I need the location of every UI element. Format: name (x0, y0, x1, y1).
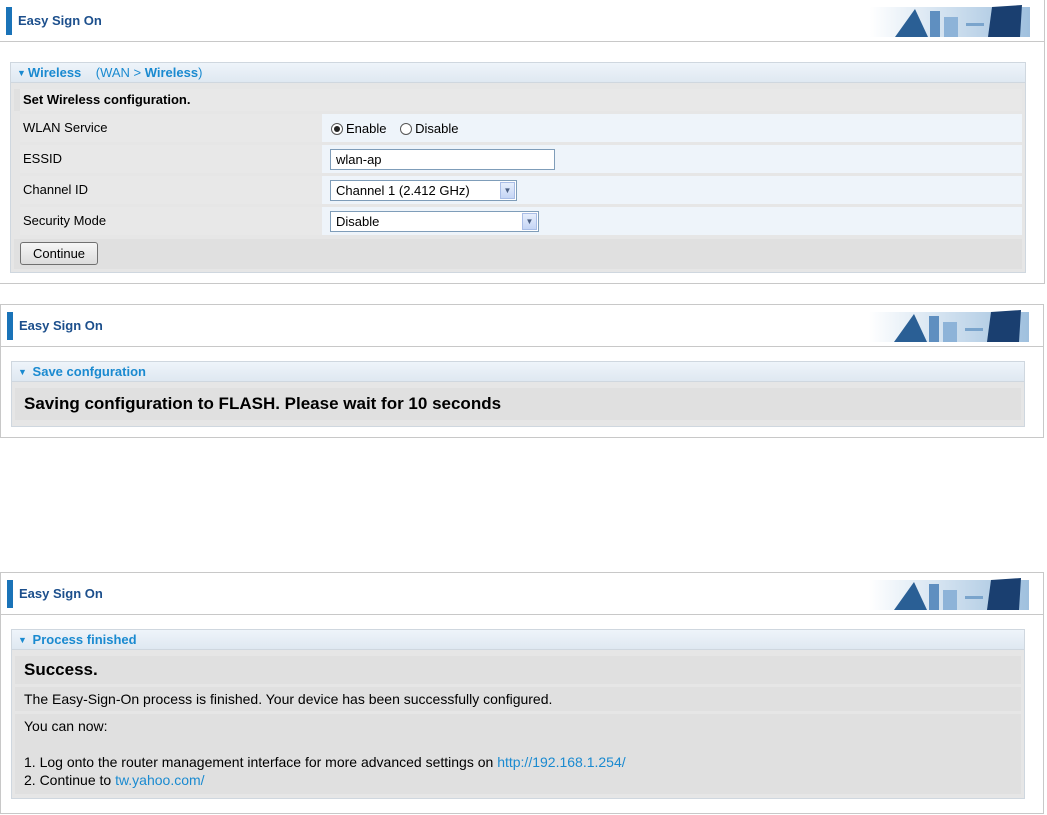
save-config-panel: Easy Sign On ▼ Save confguration Saving … (0, 304, 1044, 438)
panel-header: Easy Sign On (1, 573, 1043, 615)
essid-input[interactable]: wlan-ap (330, 149, 555, 170)
section-title: Save confguration (32, 364, 146, 379)
section-title-bar[interactable]: ▼ Wireless (WAN > Wireless) (11, 63, 1025, 83)
continue-button[interactable]: Continue (20, 242, 99, 265)
header-accent-bar (7, 312, 13, 340)
you-can-now-text: You can now: (24, 718, 108, 734)
breadcrumb-current[interactable]: Wireless (145, 65, 198, 80)
collapse-triangle-icon: ▼ (18, 635, 27, 645)
success-heading: Success. (24, 660, 98, 679)
section-title: Process finished (32, 632, 137, 647)
channel-row: Channel ID Channel 1 (2.412 GHz) ▼ (14, 176, 1022, 204)
wlan-enable-option[interactable]: Enable (331, 121, 386, 136)
breadcrumb: (WAN > Wireless) (95, 65, 203, 80)
continue-row: Continue (14, 239, 1022, 269)
router-admin-link[interactable]: http://192.168.1.254/ (497, 754, 625, 770)
essid-label: ESSID (20, 145, 323, 173)
wlan-service-row: WLAN Service Enable Disable (14, 114, 1022, 142)
save-message-row: Saving configuration to FLASH. Please wa… (15, 388, 1021, 420)
channel-label: Channel ID (20, 176, 323, 204)
header-banner-graphic (870, 5, 1030, 37)
radio-selected-icon[interactable] (331, 123, 343, 135)
wireless-section: ▼ Wireless (WAN > Wireless) Set Wireless … (10, 62, 1026, 273)
chevron-down-icon[interactable]: ▼ (500, 182, 515, 199)
section-title: Wireless (27, 65, 82, 80)
header-banner-graphic (869, 578, 1029, 610)
panel-header: Easy Sign On (1, 305, 1043, 347)
wlan-disable-option[interactable]: Disable (400, 121, 458, 136)
section-title-bar[interactable]: ▼ Save confguration (12, 362, 1024, 382)
header-title: Easy Sign On (19, 318, 103, 333)
collapse-triangle-icon: ▼ (18, 367, 27, 377)
wlan-service-label: WLAN Service (20, 114, 323, 142)
next-steps-row: You can now: 1. Log onto the router mana… (15, 714, 1021, 794)
essid-row: ESSID wlan-ap (14, 145, 1022, 173)
process-finished-panel: Easy Sign On ▼ Process finished Success.… (0, 572, 1044, 814)
save-section: ▼ Save confguration Saving configuration… (11, 361, 1025, 427)
wireless-config-panel: Easy Sign On ▼ Wireless (WAN > Wireless) … (0, 0, 1045, 284)
channel-select[interactable]: Channel 1 (2.412 GHz) ▼ (330, 180, 517, 201)
chevron-down-icon[interactable]: ▼ (522, 213, 537, 230)
step-1: 1. Log onto the router management interf… (24, 754, 626, 770)
finished-section: ▼ Process finished Success. The Easy-Sig… (11, 629, 1025, 799)
security-row: Security Mode Disable ▼ (14, 207, 1022, 235)
collapse-triangle-icon: ▼ (17, 68, 26, 78)
header-title: Easy Sign On (19, 586, 103, 601)
step-2: 2. Continue to tw.yahoo.com/ (24, 772, 205, 788)
panel-header: Easy Sign On (0, 0, 1044, 42)
success-row: Success. (15, 656, 1021, 684)
header-banner-graphic (869, 310, 1029, 342)
security-select[interactable]: Disable ▼ (330, 211, 539, 232)
section-title-bar[interactable]: ▼ Process finished (12, 630, 1024, 650)
header-title: Easy Sign On (18, 13, 102, 28)
radio-unselected-icon[interactable] (400, 123, 413, 135)
finished-row: The Easy-Sign-On process is finished. Yo… (15, 687, 1021, 711)
intro-row: Set Wireless configuration. (14, 89, 1022, 111)
intro-text: Set Wireless configuration. (20, 89, 1022, 111)
header-accent-bar (6, 7, 12, 35)
yahoo-link[interactable]: tw.yahoo.com/ (115, 772, 205, 788)
finished-text: The Easy-Sign-On process is finished. Yo… (24, 691, 553, 707)
security-label: Security Mode (20, 207, 323, 235)
save-message: Saving configuration to FLASH. Please wa… (24, 394, 502, 413)
wlan-service-radio-group: Enable Disable (331, 121, 468, 136)
header-accent-bar (7, 580, 13, 608)
